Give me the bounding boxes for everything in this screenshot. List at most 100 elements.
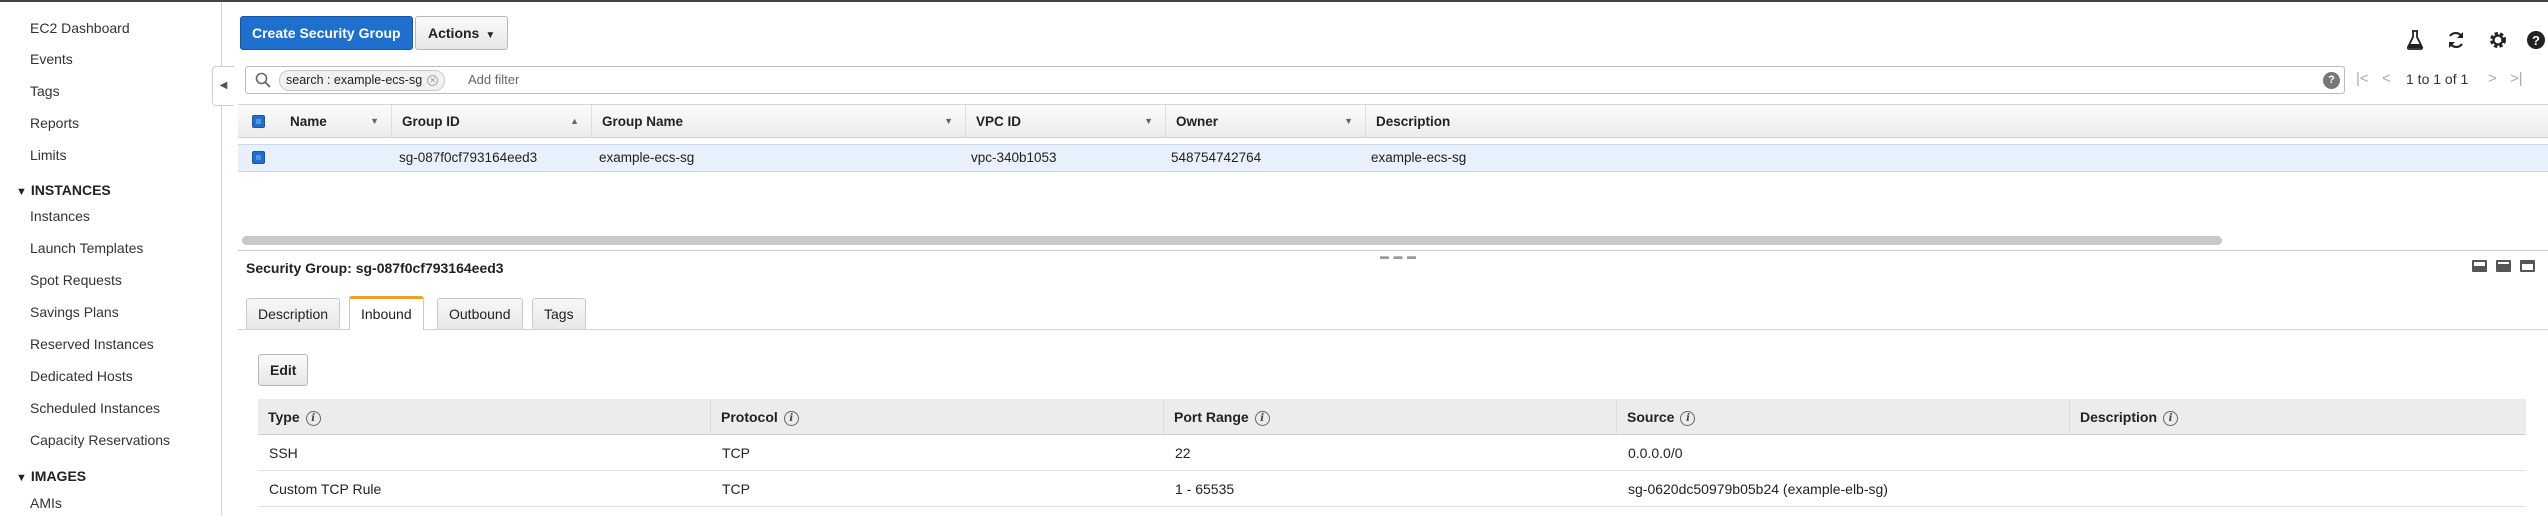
refresh-icon[interactable] bbox=[2446, 30, 2466, 54]
help-icon[interactable]: ? bbox=[2323, 72, 2340, 89]
horizontal-scrollbar[interactable] bbox=[242, 236, 2222, 245]
column-header-owner[interactable]: Owner ▼ bbox=[1166, 105, 1366, 138]
rules-column-protocol: Protocol i bbox=[711, 399, 1164, 435]
rules-table-row: Custom TCP Rule TCP 1 - 65535 sg-0620dc5… bbox=[258, 471, 2526, 507]
previous-page-icon[interactable]: < bbox=[2382, 70, 2391, 88]
sidebar-item-events[interactable]: Events bbox=[30, 51, 73, 67]
cell-vpc-id: vpc-340b1053 bbox=[971, 150, 1057, 165]
rule-source: sg-0620dc50979b05b24 (example-elb-sg) bbox=[1628, 481, 1888, 497]
sidebar-section-title: INSTANCES bbox=[30, 182, 111, 198]
cell-description: example-ecs-sg bbox=[1371, 150, 1467, 165]
sidebar-item-dedicated-hosts[interactable]: Dedicated Hosts bbox=[30, 368, 133, 384]
tab-description[interactable]: Description bbox=[246, 298, 341, 329]
edit-rules-button[interactable]: Edit bbox=[258, 354, 309, 386]
info-icon[interactable]: i bbox=[1254, 410, 1270, 426]
sidebar-item-spot-requests[interactable]: Spot Requests bbox=[30, 272, 122, 288]
column-header-group-id[interactable]: Group ID ▲ bbox=[392, 105, 592, 138]
rule-source: 0.0.0.0/0 bbox=[1628, 445, 1683, 461]
tab-outbound[interactable]: Outbound bbox=[437, 298, 523, 329]
filter-bar: search : example-ecs-sg ✕ ? bbox=[245, 66, 2345, 94]
svg-text:?: ? bbox=[2532, 33, 2540, 48]
rules-column-label: Description bbox=[2080, 409, 2158, 425]
sidebar-item-amis[interactable]: AMIs bbox=[30, 495, 62, 511]
select-all-checkbox[interactable] bbox=[252, 115, 265, 128]
caret-down-icon: ▼ bbox=[16, 472, 27, 484]
rules-column-port-range: Port Range i bbox=[1164, 399, 1617, 435]
rules-column-description: Description i bbox=[2070, 399, 2526, 435]
sidebar-item-limits[interactable]: Limits bbox=[30, 147, 67, 163]
rules-column-label: Port Range bbox=[1174, 409, 1249, 425]
filter-token[interactable]: search : example-ecs-sg ✕ bbox=[279, 70, 446, 91]
cell-group-id: sg-087f0cf793164eed3 bbox=[399, 150, 538, 165]
next-page-icon[interactable]: > bbox=[2488, 70, 2497, 88]
gear-icon[interactable] bbox=[2488, 30, 2508, 54]
sidebar-item-launch-templates[interactable]: Launch Templates bbox=[30, 240, 143, 256]
detail-title-label: Security Group: bbox=[246, 260, 352, 276]
sort-icon: ▼ bbox=[1144, 116, 1153, 126]
detail-pane-title: Security Group: sg-087f0cf793164eed3 bbox=[246, 260, 504, 276]
tab-tags[interactable]: Tags bbox=[532, 298, 586, 329]
search-icon bbox=[255, 72, 271, 92]
table-row[interactable]: sg-087f0cf793164eed3 example-ecs-sg vpc-… bbox=[238, 144, 2548, 172]
column-header-label: Description bbox=[1376, 114, 1451, 129]
info-icon[interactable]: i bbox=[783, 410, 799, 426]
add-filter-input[interactable] bbox=[468, 72, 1068, 87]
collapse-sidebar-button[interactable]: ◀ bbox=[212, 66, 234, 106]
filter-token-label: search : example-ecs-sg bbox=[286, 73, 423, 87]
first-page-icon[interactable]: |< bbox=[2356, 70, 2369, 88]
drag-handle-icon[interactable]: ▬ ▬ ▬ bbox=[1380, 251, 1417, 261]
sidebar-section-instances[interactable]: ▼ INSTANCES bbox=[16, 182, 111, 198]
layout-split-pane-icon[interactable] bbox=[2496, 260, 2511, 272]
chevron-down-icon: ▼ bbox=[485, 30, 496, 41]
column-header-description[interactable]: Description bbox=[1366, 105, 2548, 138]
info-icon[interactable]: i bbox=[305, 410, 321, 426]
sidebar-item-savings-plans[interactable]: Savings Plans bbox=[30, 304, 119, 320]
sidebar: EC2 Dashboard Events Tags Reports Limits… bbox=[0, 2, 222, 516]
sidebar-item-instances[interactable]: Instances bbox=[30, 208, 90, 224]
column-header-vpc-id[interactable]: VPC ID ▼ bbox=[966, 105, 1166, 138]
column-header-label: VPC ID bbox=[976, 114, 1022, 129]
cell-owner: 548754742764 bbox=[1171, 150, 1262, 165]
info-icon[interactable]: i bbox=[2163, 410, 2179, 426]
rules-column-label: Source bbox=[1627, 409, 1675, 425]
rules-column-label: Protocol bbox=[721, 409, 778, 425]
sort-ascending-icon: ▲ bbox=[570, 116, 579, 126]
sort-icon: ▼ bbox=[370, 116, 379, 126]
create-security-group-button[interactable]: Create Security Group bbox=[240, 16, 413, 50]
column-header-name[interactable]: Name ▼ bbox=[280, 105, 392, 138]
cell-group-name: example-ecs-sg bbox=[599, 150, 695, 165]
layout-maximize-pane-icon[interactable] bbox=[2520, 260, 2535, 272]
rule-type: Custom TCP Rule bbox=[269, 481, 382, 497]
pagination-status: 1 to 1 of 1 bbox=[2406, 71, 2469, 87]
rule-protocol: TCP bbox=[722, 445, 750, 461]
sidebar-item-ec2-dashboard[interactable]: EC2 Dashboard bbox=[30, 20, 130, 36]
rule-port-range: 22 bbox=[1175, 445, 1191, 461]
caret-down-icon: ▼ bbox=[16, 186, 27, 198]
sidebar-item-tags[interactable]: Tags bbox=[30, 83, 60, 99]
column-header-label: Group ID bbox=[402, 114, 460, 129]
remove-filter-icon[interactable]: ✕ bbox=[427, 75, 439, 87]
rules-column-label: Type bbox=[268, 409, 300, 425]
info-icon[interactable]: i bbox=[1680, 410, 1696, 426]
chevron-left-icon: ◀ bbox=[219, 80, 228, 91]
sidebar-item-reports[interactable]: Reports bbox=[30, 115, 79, 131]
security-groups-table-header: Name ▼ Group ID ▲ Group Name ▼ VPC ID ▼ Owne… bbox=[238, 104, 2548, 138]
column-header-group-name[interactable]: Group Name ▼ bbox=[592, 105, 966, 138]
sidebar-section-images[interactable]: ▼ IMAGES bbox=[16, 468, 86, 484]
flask-icon[interactable] bbox=[2406, 30, 2424, 54]
last-page-icon[interactable]: >| bbox=[2510, 70, 2523, 88]
help-icon[interactable]: ? bbox=[2526, 30, 2546, 54]
sidebar-item-capacity-reservations[interactable]: Capacity Reservations bbox=[30, 432, 170, 448]
rules-column-type: Type i bbox=[258, 399, 711, 435]
sidebar-item-scheduled-instances[interactable]: Scheduled Instances bbox=[30, 400, 160, 416]
row-checkbox[interactable] bbox=[252, 151, 265, 164]
column-header-label: Name bbox=[290, 114, 327, 129]
actions-button[interactable]: Actions ▼ bbox=[415, 16, 509, 50]
detail-title-value: sg-087f0cf793164eed3 bbox=[355, 260, 504, 276]
rules-column-source: Source i bbox=[1617, 399, 2070, 435]
layout-bottom-pane-icon[interactable] bbox=[2472, 260, 2487, 272]
tab-inbound[interactable]: Inbound bbox=[349, 296, 424, 330]
rule-port-range: 1 - 65535 bbox=[1175, 481, 1235, 497]
sidebar-item-reserved-instances[interactable]: Reserved Instances bbox=[30, 336, 154, 352]
rules-table-header: Type i Protocol i Port Range i Source i Desc… bbox=[258, 399, 2526, 435]
